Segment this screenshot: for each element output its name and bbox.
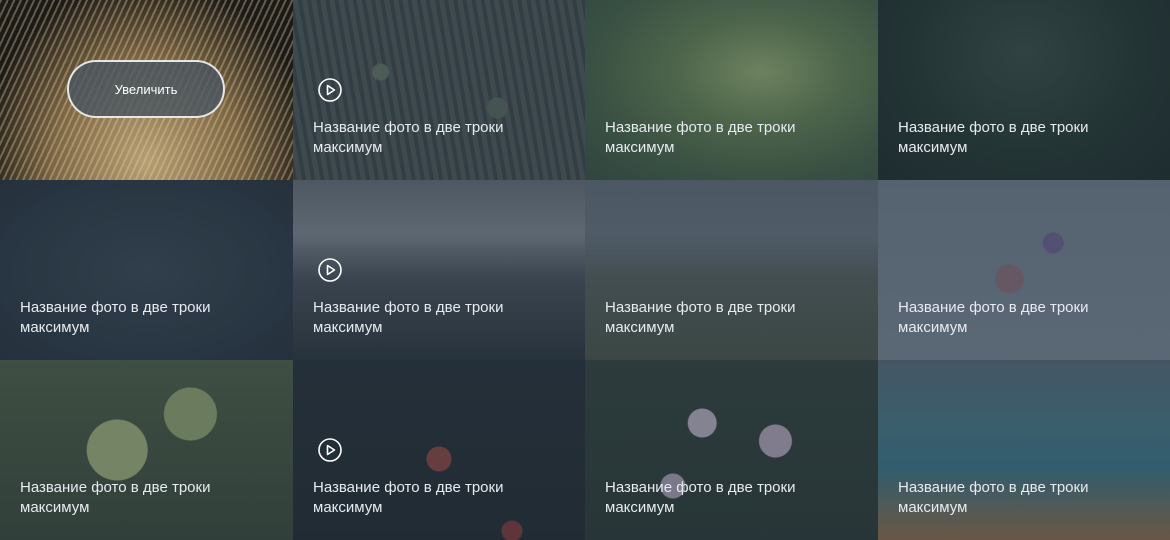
gallery-tile-3[interactable]: Название фото в две троки максимум	[585, 0, 878, 180]
gallery-tile-5[interactable]: Название фото в две троки максимум	[0, 180, 293, 360]
zoom-button[interactable]: Увеличить	[67, 60, 225, 118]
tile-caption: Название фото в две троки максимум	[605, 119, 796, 156]
gallery-tile-6[interactable]: Название фото в две троки максимум	[293, 180, 585, 360]
tile-caption: Название фото в две троки максимум	[605, 479, 796, 516]
tile-caption: Название фото в две троки максимум	[313, 119, 504, 156]
gallery-tile-7[interactable]: Название фото в две троки максимум	[585, 180, 878, 360]
gallery-tile-10[interactable]: Название фото в две троки максимум	[293, 360, 585, 540]
play-icon[interactable]	[318, 78, 342, 102]
photo-gallery-grid: Увеличить Название фото в две троки макс…	[0, 0, 1170, 540]
tile-caption: Название фото в две троки максимум	[898, 299, 1089, 336]
play-icon[interactable]	[318, 438, 342, 462]
tile-caption: Название фото в две троки максимум	[313, 479, 504, 516]
play-icon[interactable]	[318, 258, 342, 282]
tile-caption: Название фото в две троки максимум	[313, 299, 504, 336]
gallery-tile-1[interactable]: Увеличить	[0, 0, 293, 180]
gallery-tile-11[interactable]: Название фото в две троки максимум	[585, 360, 878, 540]
tile-caption: Название фото в две троки максимум	[898, 119, 1089, 156]
tile-caption: Название фото в две троки максимум	[20, 299, 211, 336]
tile-caption: Название фото в две троки максимум	[20, 479, 211, 516]
gallery-tile-12[interactable]: Название фото в две троки максимум	[878, 360, 1170, 540]
tile-caption: Название фото в две троки максимум	[605, 299, 796, 336]
gallery-tile-9[interactable]: Название фото в две троки максимум	[0, 360, 293, 540]
gallery-tile-4[interactable]: Название фото в две троки максимум	[878, 0, 1170, 180]
gallery-tile-8[interactable]: Название фото в две троки максимум	[878, 180, 1170, 360]
gallery-tile-2[interactable]: Название фото в две троки максимум	[293, 0, 585, 180]
tile-caption: Название фото в две троки максимум	[898, 479, 1089, 516]
